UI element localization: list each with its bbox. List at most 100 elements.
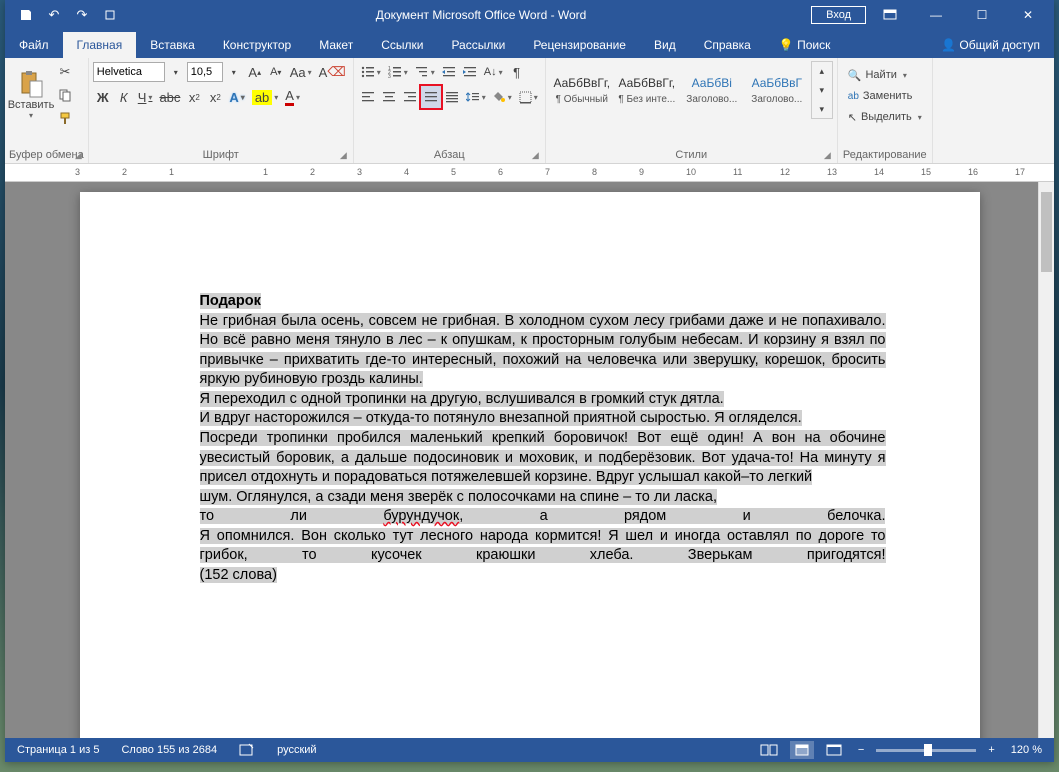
qat-more-icon[interactable]	[125, 3, 151, 27]
status-proofing-icon[interactable]	[235, 741, 259, 759]
clear-formatting-button[interactable]: A⌫	[316, 61, 349, 83]
paste-button[interactable]: Вставить ▾	[9, 61, 53, 127]
spell-error[interactable]: бурундучок	[383, 508, 459, 524]
format-painter-button[interactable]	[55, 107, 75, 129]
styles-scroll-up-icon[interactable]: ▴	[812, 62, 832, 80]
increase-indent-button[interactable]	[460, 61, 480, 83]
distributed-button[interactable]	[442, 86, 462, 108]
change-case-button[interactable]: Aa	[287, 61, 315, 83]
borders-button[interactable]	[516, 86, 541, 108]
cut-button[interactable]: ✂	[55, 61, 75, 83]
italic-button[interactable]: К	[114, 86, 134, 108]
superscript-button[interactable]: x2	[205, 86, 225, 108]
save-icon[interactable]	[13, 3, 39, 27]
show-marks-button[interactable]: ¶	[507, 61, 527, 83]
doc-text[interactable]: Не грибная была осень, совсем не грибная…	[200, 313, 886, 388]
doc-text[interactable]: Посреди тропинки пробился маленький креп…	[200, 430, 886, 485]
copy-button[interactable]	[55, 84, 75, 106]
tab-layout[interactable]: Макет	[305, 32, 367, 58]
styles-scroll-down-icon[interactable]: ▾	[812, 81, 832, 99]
zoom-slider[interactable]	[876, 749, 976, 752]
multilevel-list-button[interactable]	[412, 61, 438, 83]
zoom-level[interactable]: 120 %	[1007, 742, 1046, 758]
replace-label: Заменить	[863, 90, 912, 102]
signin-button[interactable]: Вход	[811, 6, 866, 24]
view-read-icon[interactable]	[756, 741, 782, 759]
style-item-0[interactable]: АаБбВвГг,¶ Обычный	[550, 61, 614, 119]
tab-references[interactable]: Ссылки	[367, 32, 437, 58]
horizontal-ruler[interactable]: 3211234567891011121314151617	[5, 164, 1054, 182]
doc-text[interactable]: (152 слова)	[200, 567, 277, 583]
tab-home[interactable]: Главная	[63, 32, 137, 58]
align-center-button[interactable]	[379, 86, 399, 108]
shrink-font-button[interactable]: A▾	[266, 61, 286, 83]
qat-customize-icon[interactable]	[97, 3, 123, 27]
clipboard-launcher-icon[interactable]: ◢	[75, 150, 82, 161]
tab-share[interactable]: 👤 Общий доступ	[927, 32, 1054, 58]
underline-button[interactable]: Ч	[135, 86, 156, 108]
status-words[interactable]: Слово 155 из 2684	[117, 742, 221, 758]
style-item-1[interactable]: АаБбВвГг,¶ Без инте...	[615, 61, 679, 119]
style-item-2[interactable]: АаБбВіЗаголово...	[680, 61, 744, 119]
undo-icon[interactable]: ↶	[41, 3, 67, 27]
document-area[interactable]: Подарок Не грибная была осень, совсем не…	[5, 182, 1054, 738]
minimize-icon[interactable]: —	[914, 1, 958, 29]
tab-design[interactable]: Конструктор	[209, 32, 305, 58]
doc-text[interactable]: Я опомнился. Вон сколько тут лесного нар…	[200, 528, 886, 564]
line-spacing-button[interactable]	[463, 86, 489, 108]
view-print-icon[interactable]	[790, 741, 814, 759]
select-button[interactable]: ↖ Выделить ▾	[842, 107, 928, 127]
strikethrough-button[interactable]: abc	[156, 86, 183, 108]
align-right-button[interactable]	[400, 86, 420, 108]
align-left-button[interactable]	[358, 86, 378, 108]
tab-search[interactable]: 💡 Поиск	[765, 32, 845, 58]
doc-text[interactable]: И вдруг насторожился – откуда-то потянул…	[200, 410, 802, 426]
font-color-button[interactable]: A	[282, 86, 303, 108]
scrollbar-thumb[interactable]	[1041, 192, 1052, 272]
font-launcher-icon[interactable]: ◢	[340, 150, 347, 161]
decrease-indent-button[interactable]	[439, 61, 459, 83]
grow-font-button[interactable]: A▴	[245, 61, 265, 83]
font-size-input[interactable]	[187, 62, 223, 82]
bold-button[interactable]: Ж	[93, 86, 113, 108]
find-button[interactable]: 🔍 Найти ▾	[842, 65, 913, 85]
vertical-scrollbar[interactable]	[1038, 182, 1054, 738]
paragraph-launcher-icon[interactable]: ◢	[532, 150, 539, 161]
style-item-3[interactable]: АаБбВвГЗаголово...	[745, 61, 809, 119]
maximize-icon[interactable]: ☐	[960, 1, 1004, 29]
text-effects-button[interactable]: A	[226, 86, 247, 108]
status-page[interactable]: Страница 1 из 5	[13, 742, 103, 758]
view-web-icon[interactable]	[822, 741, 846, 759]
zoom-out-button[interactable]: −	[854, 742, 868, 758]
redo-icon[interactable]: ↷	[69, 3, 95, 27]
tab-mailings[interactable]: Рассылки	[437, 32, 519, 58]
font-size-dd-icon[interactable]: ▾	[224, 61, 244, 83]
doc-text[interactable]: Я переходил с одной тропинки на другую, …	[200, 391, 724, 407]
highlight-button[interactable]: ab	[249, 86, 281, 108]
font-name-dd-icon[interactable]: ▾	[166, 61, 186, 83]
shading-button[interactable]	[490, 86, 515, 108]
numbering-button[interactable]: 123	[385, 61, 411, 83]
subscript-button[interactable]: x2	[184, 86, 204, 108]
ribbon-display-icon[interactable]	[868, 1, 912, 29]
font-name-input[interactable]	[93, 62, 165, 82]
tab-review[interactable]: Рецензирование	[519, 32, 640, 58]
bullets-button[interactable]	[358, 61, 384, 83]
align-justify-button[interactable]	[421, 86, 441, 108]
styles-more-icon[interactable]: ▾	[812, 100, 832, 118]
zoom-in-button[interactable]: +	[984, 742, 998, 758]
zoom-slider-thumb[interactable]	[924, 744, 932, 756]
doc-text[interactable]: шум. Оглянулся, а сзади меня зверёк с по…	[200, 489, 717, 505]
tab-help[interactable]: Справка	[690, 32, 765, 58]
status-language[interactable]: русский	[273, 742, 320, 758]
doc-title[interactable]: Подарок	[200, 293, 261, 309]
tab-view[interactable]: Вид	[640, 32, 690, 58]
styles-launcher-icon[interactable]: ◢	[824, 150, 831, 161]
page[interactable]: Подарок Не грибная была осень, совсем не…	[80, 192, 980, 738]
tab-file[interactable]: Файл	[5, 32, 63, 58]
close-icon[interactable]: ✕	[1006, 1, 1050, 29]
replace-button[interactable]: ab Заменить	[842, 86, 919, 106]
doc-text[interactable]: то ли бурундучок, а рядом и белочка.	[200, 508, 886, 524]
sort-button[interactable]: A↓	[481, 61, 506, 83]
tab-insert[interactable]: Вставка	[136, 32, 209, 58]
